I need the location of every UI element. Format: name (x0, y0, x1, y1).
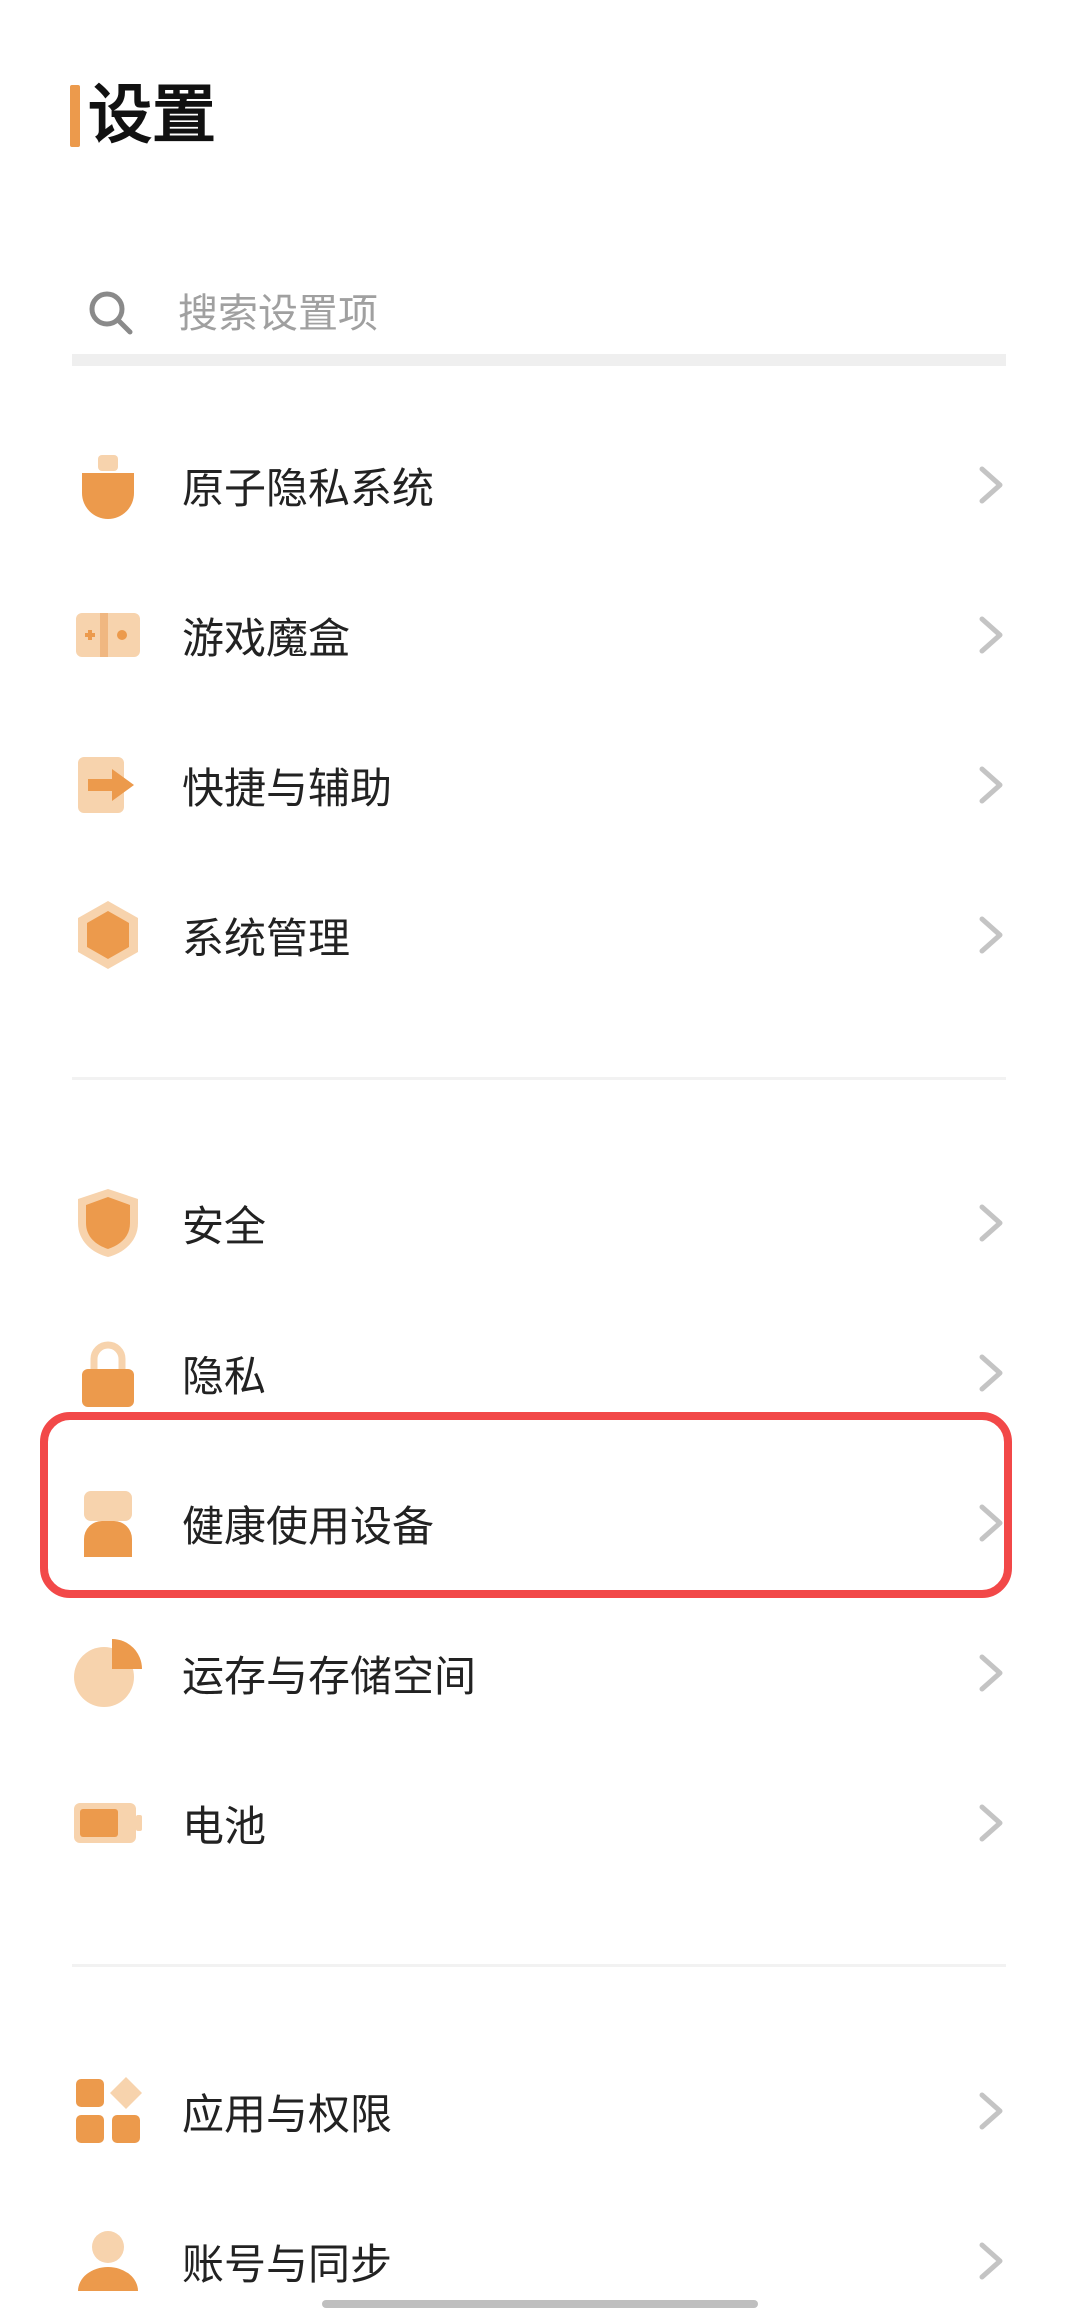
settings-item-label: 游戏魔盒 (182, 613, 351, 663)
settings-item-label: 原子隐私系统 (182, 463, 435, 513)
search-icon (89, 291, 133, 335)
settings-page: 设置 原子隐私系统 游戏魔盒 (0, 0, 1080, 2312)
search-input[interactable] (178, 291, 878, 337)
account-icon (72, 2225, 144, 2297)
search-bar[interactable] (72, 262, 1006, 366)
lock-icon (72, 1337, 144, 1409)
chevron-right-icon (979, 2092, 1003, 2130)
settings-item-label: 健康使用设备 (182, 1501, 435, 1551)
chevron-right-icon (979, 2242, 1003, 2280)
page-header: 设置 (70, 84, 216, 148)
settings-item-account-sync[interactable]: 账号与同步 (72, 2186, 1006, 2312)
storage-pie-icon (72, 1637, 144, 1709)
page-title: 设置 (88, 79, 216, 153)
system-management-icon (72, 899, 144, 971)
settings-item-atomic-privacy[interactable]: 原子隐私系统 (72, 410, 1006, 560)
chevron-right-icon (979, 1504, 1003, 1542)
settings-item-game-box[interactable]: 游戏魔盒 (72, 560, 1006, 710)
settings-item-label: 电池 (182, 1801, 267, 1851)
chevron-right-icon (979, 1204, 1003, 1242)
chevron-right-icon (979, 1654, 1003, 1692)
chevron-right-icon (979, 466, 1003, 504)
settings-item-security[interactable]: 安全 (72, 1148, 1006, 1298)
settings-item-label: 账号与同步 (182, 2239, 393, 2289)
settings-item-label: 运存与存储空间 (182, 1651, 477, 1701)
apps-permissions-icon (72, 2075, 144, 2147)
chevron-right-icon (979, 616, 1003, 654)
chevron-right-icon (979, 1804, 1003, 1842)
settings-item-label: 快捷与辅助 (182, 763, 393, 813)
settings-item-healthy-device-use[interactable]: 健康使用设备 (72, 1448, 1006, 1598)
section-divider (72, 1077, 1006, 1080)
search-underline (72, 354, 1006, 366)
chevron-right-icon (979, 916, 1003, 954)
shortcut-assist-icon (72, 749, 144, 821)
settings-item-label: 系统管理 (182, 913, 351, 963)
settings-item-system-management[interactable]: 系统管理 (72, 860, 1006, 1010)
settings-item-label: 隐私 (182, 1351, 267, 1401)
settings-item-label: 安全 (182, 1201, 267, 1251)
hourglass-icon (72, 1487, 144, 1559)
settings-item-shortcut[interactable]: 快捷与辅助 (72, 710, 1006, 860)
settings-item-apps-permissions[interactable]: 应用与权限 (72, 2036, 1006, 2186)
game-box-icon (72, 599, 144, 671)
settings-item-privacy[interactable]: 隐私 (72, 1298, 1006, 1448)
shield-icon (72, 1187, 144, 1259)
settings-item-label: 应用与权限 (182, 2089, 393, 2139)
chevron-right-icon (979, 766, 1003, 804)
home-indicator[interactable] (322, 2300, 758, 2308)
section-divider (72, 1964, 1006, 1967)
battery-icon (72, 1787, 144, 1859)
settings-item-battery[interactable]: 电池 (72, 1748, 1006, 1898)
settings-item-storage[interactable]: 运存与存储空间 (72, 1598, 1006, 1748)
privacy-system-icon (72, 449, 144, 521)
title-accent-bar (70, 85, 80, 147)
chevron-right-icon (979, 1354, 1003, 1392)
